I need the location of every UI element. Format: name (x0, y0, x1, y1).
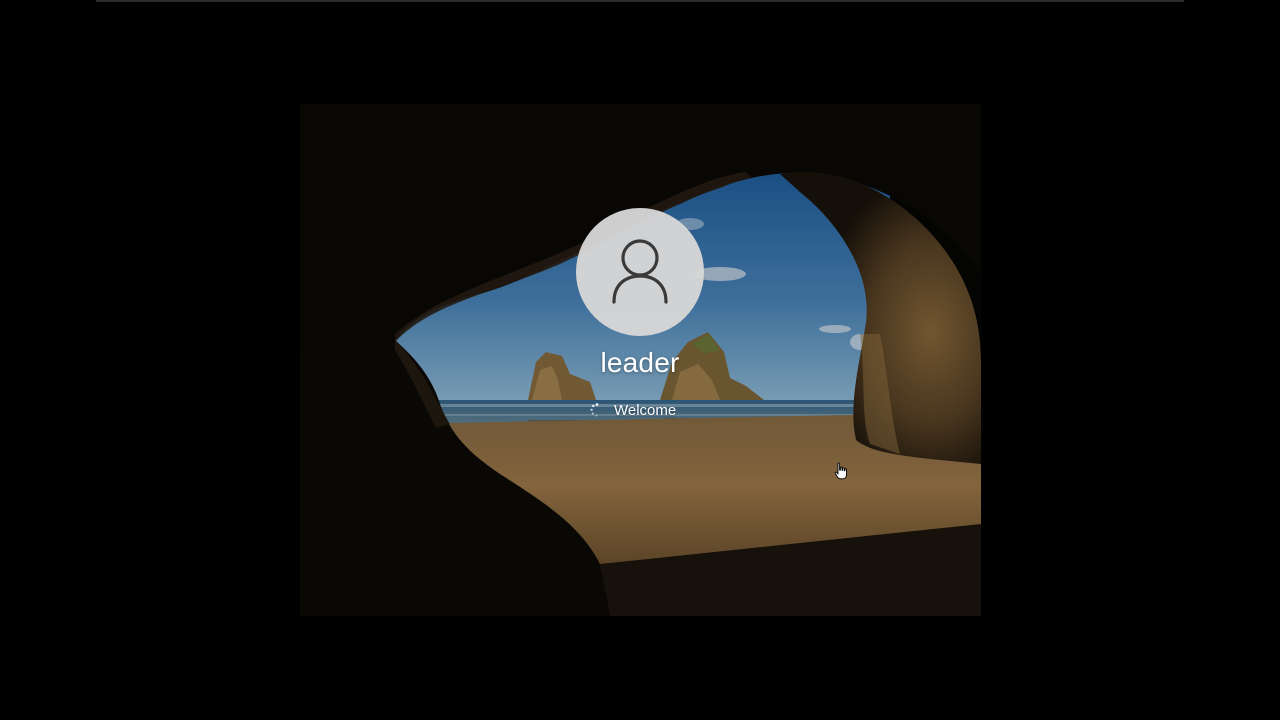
user-silhouette-icon (612, 239, 668, 304)
welcome-text: Welcome (614, 401, 677, 419)
screen: leader Welcome (0, 0, 1280, 720)
loading-spinner-icon (590, 403, 599, 417)
top-divider (96, 0, 1184, 2)
account-username: leader (600, 347, 680, 378)
user-avatar (576, 208, 704, 336)
sign-in-status: Welcome (590, 399, 676, 421)
hand-cursor-icon (834, 462, 847, 480)
windows-lock-screen[interactable]: leader Welcome (300, 104, 981, 616)
